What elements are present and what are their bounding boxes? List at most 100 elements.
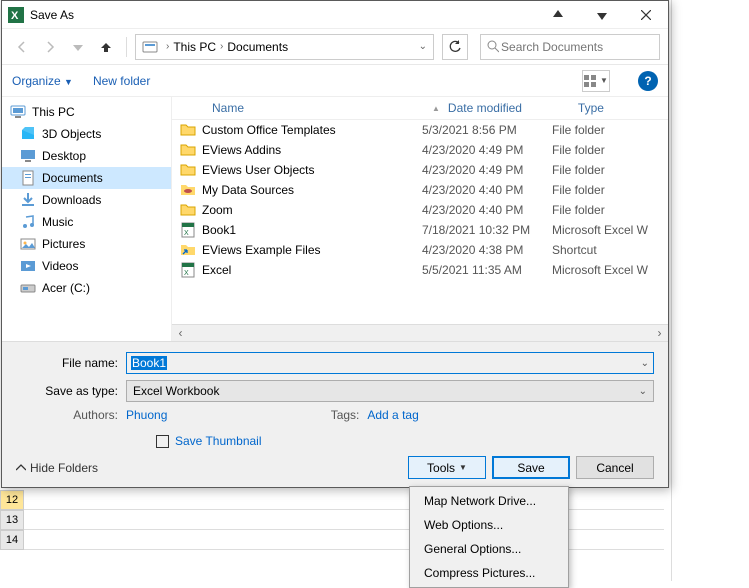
- tree-item-3d-objects[interactable]: 3D Objects: [2, 123, 171, 145]
- file-date: 4/23/2020 4:38 PM: [422, 243, 552, 257]
- filename-value: Book1: [131, 356, 167, 370]
- file-name: EViews User Objects: [202, 163, 314, 177]
- file-date: 5/5/2021 11:35 AM: [422, 263, 552, 277]
- file-list[interactable]: Custom Office Templates5/3/2021 8:56 PMF…: [172, 120, 668, 324]
- view-options-button[interactable]: ▼: [582, 70, 610, 92]
- up-window-button[interactable]: [536, 1, 580, 29]
- col-name[interactable]: Name: [182, 101, 432, 115]
- dialog-bottom-panel: File name: Book1 ⌄ Save as type: Excel W…: [2, 341, 668, 487]
- folder-icon: [20, 214, 36, 230]
- svg-text:X: X: [184, 230, 189, 237]
- col-date[interactable]: Date modified: [448, 101, 578, 115]
- datasrc-icon: [180, 182, 196, 198]
- pc-icon: [10, 104, 26, 120]
- xlsx-icon: X: [180, 262, 196, 278]
- scroll-left-icon[interactable]: ‹: [172, 325, 189, 342]
- authors-value[interactable]: Phuong: [126, 408, 167, 422]
- tree-item-pictures[interactable]: Pictures: [2, 233, 171, 255]
- filename-label: File name:: [16, 356, 126, 370]
- tree-item-videos[interactable]: Videos: [2, 255, 171, 277]
- file-row[interactable]: Zoom4/23/2020 4:40 PMFile folder: [172, 200, 668, 220]
- column-headers[interactable]: Name ▲ Date modified Type: [172, 97, 668, 120]
- tree-label: Music: [42, 215, 73, 229]
- save-thumbnail-checkbox[interactable]: [156, 435, 169, 448]
- search-box[interactable]: [480, 34, 660, 60]
- file-row[interactable]: My Data Sources 4/23/2020 4:40 PMFile fol…: [172, 180, 668, 200]
- file-name: Book1: [202, 223, 236, 237]
- tree-label: 3D Objects: [42, 127, 101, 141]
- row-header-14[interactable]: 14: [0, 530, 24, 550]
- hide-folders-button[interactable]: Hide Folders: [16, 461, 98, 475]
- row-header-13[interactable]: 13: [0, 510, 24, 530]
- help-button[interactable]: ?: [638, 71, 658, 91]
- chevron-down-icon[interactable]: ⌄: [641, 358, 649, 369]
- file-type: Shortcut: [552, 243, 668, 257]
- search-input[interactable]: [499, 39, 653, 55]
- file-name: EViews Example Files: [202, 243, 321, 257]
- breadcrumb-dropdown-icon[interactable]: ⌄: [419, 41, 427, 52]
- scroll-right-icon[interactable]: ›: [651, 325, 668, 342]
- sort-up-icon: ▲: [432, 104, 440, 113]
- file-row[interactable]: EViews Addins4/23/2020 4:49 PMFile folde…: [172, 140, 668, 160]
- save-button[interactable]: Save: [492, 456, 570, 479]
- tree-item-music[interactable]: Music: [2, 211, 171, 233]
- tree-item-downloads[interactable]: Downloads: [2, 189, 171, 211]
- refresh-button[interactable]: [442, 34, 468, 60]
- breadcrumb-segment[interactable]: Documents: [227, 40, 288, 54]
- file-row[interactable]: Custom Office Templates5/3/2021 8:56 PMF…: [172, 120, 668, 140]
- organize-menu[interactable]: Organize ▼: [12, 74, 73, 88]
- filetype-select[interactable]: Excel Workbook ⌄: [126, 380, 654, 402]
- file-name: My Data Sources: [202, 183, 294, 197]
- folder-icon: [20, 280, 36, 296]
- tools-button[interactable]: Tools▼: [408, 456, 486, 479]
- file-type: File folder: [552, 203, 668, 217]
- folder-icon: [20, 258, 36, 274]
- file-row[interactable]: XExcel5/5/2021 11:35 AMMicrosoft Excel W: [172, 260, 668, 280]
- close-button[interactable]: [624, 1, 668, 29]
- breadcrumb[interactable]: › This PC › Documents ⌄: [135, 34, 434, 60]
- col-type[interactable]: Type: [578, 101, 668, 115]
- xlsx-icon: X: [180, 222, 196, 238]
- menu-item-web-options-[interactable]: Web Options...: [412, 513, 566, 537]
- file-type: File folder: [552, 183, 668, 197]
- tree-this-pc[interactable]: This PC: [2, 101, 171, 123]
- svg-text:X: X: [11, 10, 19, 22]
- tree-label: Videos: [42, 259, 78, 273]
- folder-icon: [20, 170, 36, 186]
- file-row[interactable]: EViews User Objects4/23/2020 4:49 PMFile…: [172, 160, 668, 180]
- file-row[interactable]: EViews Example Files 4/23/2020 4:38 PMSho…: [172, 240, 668, 260]
- nav-forward-button[interactable]: [38, 35, 62, 59]
- nav-back-button[interactable]: [10, 35, 34, 59]
- file-date: 4/23/2020 4:40 PM: [422, 183, 552, 197]
- tree-item-desktop[interactable]: Desktop: [2, 145, 171, 167]
- file-date: 5/3/2021 8:56 PM: [422, 123, 552, 137]
- menu-item-general-options-[interactable]: General Options...: [412, 537, 566, 561]
- excel-icon: X: [8, 7, 24, 23]
- filetype-value: Excel Workbook: [133, 384, 219, 398]
- nav-recent-button[interactable]: [66, 35, 90, 59]
- cancel-button[interactable]: Cancel: [576, 456, 654, 479]
- svg-text:X: X: [184, 270, 189, 277]
- folder-icon: [20, 192, 36, 208]
- tree-item-documents[interactable]: Documents: [2, 167, 171, 189]
- filetype-label: Save as type:: [16, 384, 126, 398]
- nav-up-button[interactable]: [94, 35, 118, 59]
- file-row[interactable]: XBook17/18/2021 10:32 PMMicrosoft Excel …: [172, 220, 668, 240]
- tree-label: Desktop: [42, 149, 86, 163]
- tags-value[interactable]: Add a tag: [367, 408, 418, 422]
- navigation-tree[interactable]: This PC 3D Objects Desktop DocumentsDownlo…: [2, 97, 172, 341]
- chevron-right-icon: ›: [162, 41, 173, 52]
- menu-item-map-network-drive-[interactable]: Map Network Drive...: [412, 489, 566, 513]
- breadcrumb-segment[interactable]: This PC: [173, 40, 216, 54]
- horizontal-scrollbar[interactable]: ‹ ›: [172, 324, 668, 341]
- down-window-button[interactable]: [580, 1, 624, 29]
- file-date: 4/23/2020 4:49 PM: [422, 143, 552, 157]
- menu-item-compress-pictures-[interactable]: Compress Pictures...: [412, 561, 566, 585]
- row-header-12[interactable]: 12: [0, 490, 24, 510]
- tree-label: Pictures: [42, 237, 85, 251]
- tree-item-acer-c-[interactable]: Acer (C:): [2, 277, 171, 299]
- new-folder-button[interactable]: New folder: [93, 74, 150, 88]
- file-name: Excel: [202, 263, 231, 277]
- filename-input[interactable]: Book1 ⌄: [126, 352, 654, 374]
- chevron-down-icon[interactable]: ⌄: [639, 386, 647, 397]
